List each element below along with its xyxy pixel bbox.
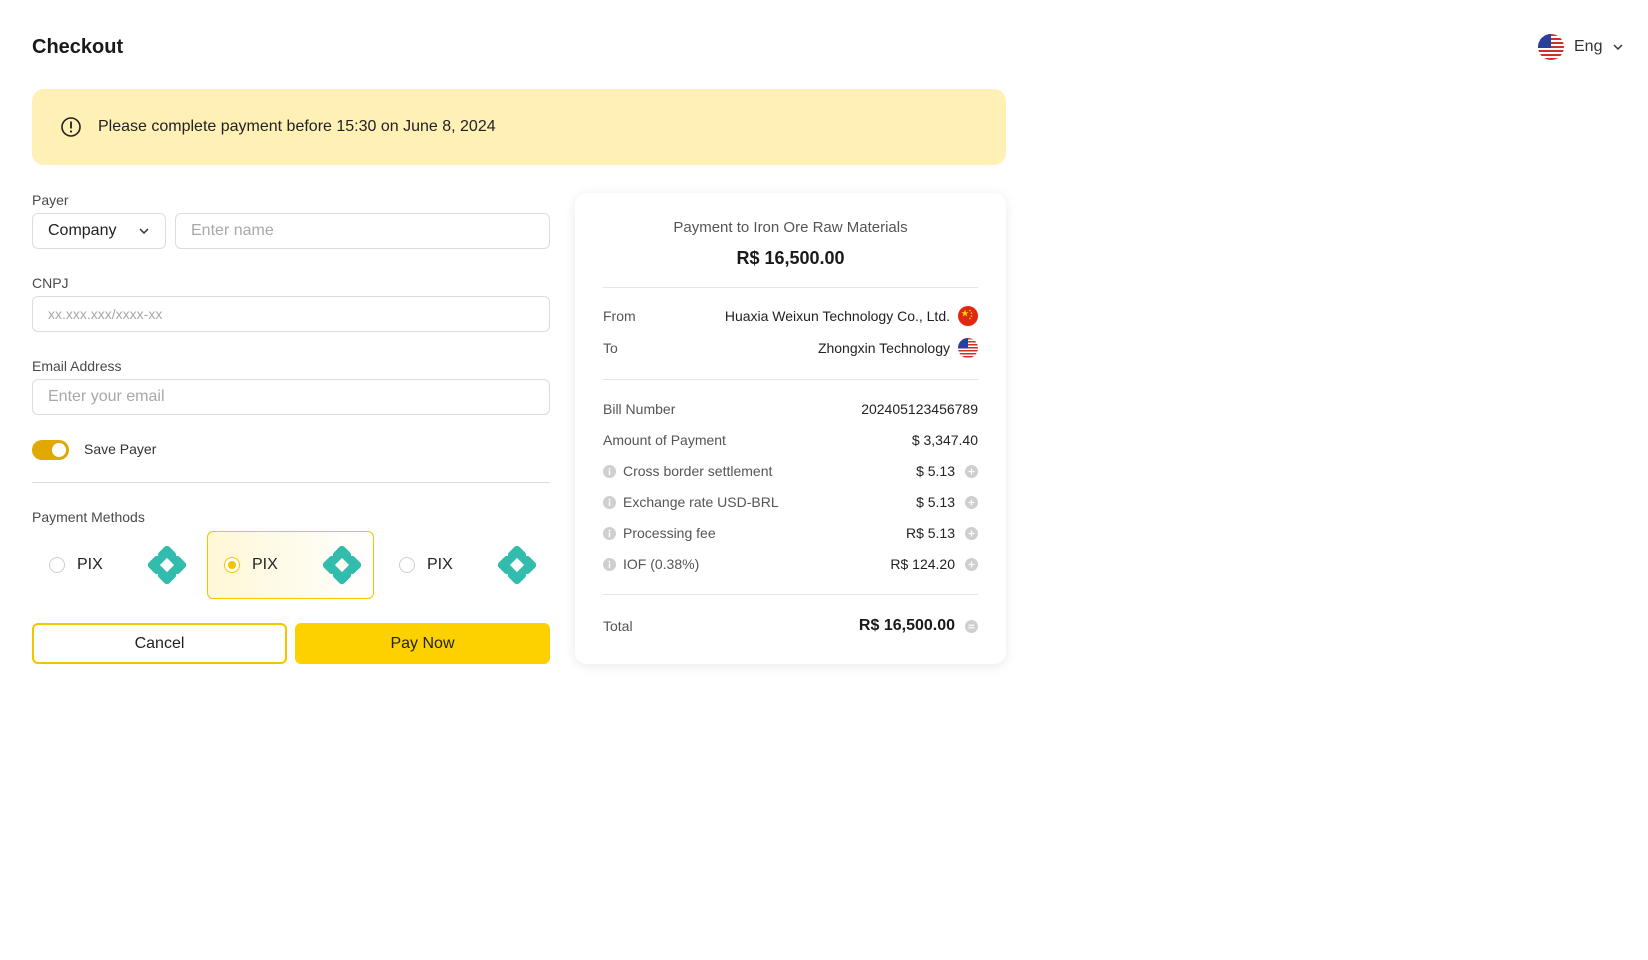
plus-icon	[965, 464, 978, 478]
summary-divider	[603, 287, 978, 288]
cnpj-label: CNPJ	[32, 275, 69, 291]
from-row: From Huaxia Weixun Technology Co., Ltd.	[603, 306, 978, 326]
plus-icon	[965, 557, 978, 571]
plus-icon	[965, 526, 978, 540]
pix-logo-icon	[498, 546, 536, 584]
payer-type-select[interactable]: Company	[32, 213, 166, 249]
fee-row-cross-border: Cross border settlement $ 5.13	[603, 462, 978, 480]
payment-method-name: PIX	[252, 556, 278, 573]
to-label: To	[603, 340, 618, 356]
bill-number-label: Bill Number	[603, 401, 676, 417]
us-flag-icon	[1538, 34, 1564, 60]
info-icon[interactable]	[603, 557, 616, 571]
payment-summary-card: Payment to Iron Ore Raw Materials R$ 16,…	[575, 193, 1006, 664]
payment-method-option[interactable]: PIX	[382, 531, 549, 599]
fee-label: IOF (0.38%)	[623, 556, 700, 572]
fee-row-processing: Processing fee R$ 5.13	[603, 524, 978, 542]
pay-now-button[interactable]: Pay Now	[295, 623, 550, 664]
email-field[interactable]	[32, 379, 550, 415]
us-flag-icon	[958, 338, 978, 358]
page-title: Checkout	[32, 36, 124, 58]
pix-logo-icon	[323, 546, 361, 584]
summary-amount: R$ 16,500.00	[736, 248, 845, 268]
email-input[interactable]	[48, 388, 534, 406]
from-value: Huaxia Weixun Technology Co., Ltd.	[724, 308, 950, 324]
summary-subtitle: Payment to Iron Ore Raw Materials	[673, 219, 908, 236]
notice-text: Please complete payment before 15:30 on …	[98, 118, 496, 135]
total-value: R$ 16,500.00	[858, 617, 955, 634]
amount-of-payment-label: Amount of Payment	[603, 432, 726, 448]
fee-value: R$ 5.13	[905, 525, 955, 541]
summary-divider	[603, 594, 978, 595]
cnpj-input[interactable]	[48, 306, 534, 322]
radio-button[interactable]	[399, 557, 415, 573]
total-row: Total R$ 16,500.00	[603, 615, 978, 637]
toggle-knob	[52, 443, 66, 457]
from-label: From	[603, 308, 636, 324]
fee-label: Processing fee	[623, 525, 716, 541]
total-label: Total	[603, 618, 633, 634]
payer-type-value: Company	[48, 222, 117, 239]
info-icon[interactable]	[603, 495, 616, 509]
china-flag-icon	[958, 306, 978, 326]
chevron-down-icon	[139, 228, 149, 235]
fee-label: Exchange rate USD-BRL	[623, 494, 779, 510]
payment-deadline-notice: Please complete payment before 15:30 on …	[32, 89, 1006, 165]
chevron-down-icon	[1613, 44, 1623, 51]
payment-method-option[interactable]: PIX	[32, 531, 199, 599]
fee-row-iof: IOF (0.38%) R$ 124.20	[603, 555, 978, 573]
email-label: Email Address	[32, 358, 122, 374]
section-divider	[32, 482, 550, 483]
info-icon[interactable]	[603, 526, 616, 540]
fee-label: Cross border settlement	[623, 463, 773, 479]
language-selector[interactable]: Eng	[1538, 34, 1624, 60]
fee-row-exchange-rate: Exchange rate USD-BRL $ 5.13	[603, 493, 978, 511]
payment-method-name: PIX	[77, 556, 103, 573]
bill-number-row: Bill Number 202405123456789	[603, 400, 978, 418]
payment-method-name: PIX	[427, 556, 453, 573]
pix-logo-icon	[148, 546, 186, 584]
plus-icon	[965, 495, 978, 509]
cnpj-field[interactable]	[32, 296, 550, 332]
save-payer-toggle[interactable]	[32, 440, 69, 460]
payment-method-option-selected[interactable]: PIX	[207, 531, 374, 599]
radio-button-checked[interactable]	[224, 557, 240, 573]
payer-name-input[interactable]	[191, 222, 534, 240]
summary-divider	[603, 379, 978, 380]
amount-of-payment-row: Amount of Payment $ 3,347.40	[603, 431, 978, 449]
payment-methods-label: Payment Methods	[32, 509, 145, 525]
fee-value: $ 5.13	[916, 494, 955, 510]
to-row: To Zhongxin Technology	[603, 338, 978, 358]
bill-number-value: 202405123456789	[861, 401, 978, 417]
payer-label: Payer	[32, 192, 69, 208]
alert-circle-icon	[61, 117, 81, 137]
fee-value: $ 5.13	[916, 463, 955, 479]
language-label: Eng	[1574, 38, 1603, 55]
amount-of-payment-value: $ 3,347.40	[911, 432, 978, 448]
info-icon[interactable]	[603, 464, 616, 478]
fee-value: R$ 124.20	[890, 556, 955, 572]
cancel-button[interactable]: Cancel	[32, 623, 287, 664]
payer-name-field[interactable]	[175, 213, 550, 249]
save-payer-label: Save Payer	[84, 441, 157, 457]
to-value: Zhongxin Technology	[817, 340, 950, 356]
radio-button[interactable]	[49, 557, 65, 573]
equals-icon	[965, 619, 978, 633]
